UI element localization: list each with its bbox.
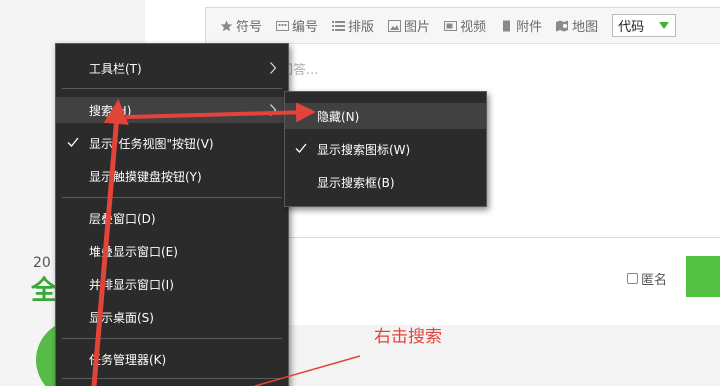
submenu-arrow-icon — [270, 104, 277, 116]
submenu-item-show-search-icon[interactable]: 显示搜索图标(W) — [285, 136, 486, 162]
search-submenu: 隐藏(N) 显示搜索图标(W) 显示搜索框(B) — [284, 91, 487, 207]
menu-item-label: 任务管理器(K) — [89, 352, 167, 367]
code-language-select[interactable]: 代码 — [612, 14, 677, 37]
menu-item-cascade-windows[interactable]: 层叠窗口(D) — [56, 205, 288, 231]
anonymous-checkbox[interactable] — [627, 273, 638, 284]
menu-item-side-by-side-windows[interactable]: 并排显示窗口(I) — [56, 271, 288, 297]
submenu-arrow-icon — [270, 62, 277, 74]
toolbar-map-label: 地图 — [572, 20, 599, 35]
menu-item-search[interactable]: 搜索(H) — [56, 97, 288, 123]
menu-item-label: 工具栏(T) — [89, 61, 142, 76]
checkmark-icon — [295, 143, 307, 153]
menu-item-task-manager[interactable]: 任务管理器(K) — [56, 346, 288, 372]
menu-item-label: 堆叠显示窗口(E) — [89, 244, 178, 259]
video-icon — [444, 20, 458, 32]
menu-item-show-desktop[interactable]: 显示桌面(S) — [56, 304, 288, 330]
menu-separator — [62, 338, 282, 339]
toolbar-attachment-label: 附件 — [516, 20, 543, 35]
toolbar-video-label: 视频 — [460, 20, 487, 35]
image-icon — [388, 19, 402, 32]
menu-item-label: 显示桌面(S) — [89, 310, 154, 325]
background-year-text: 20 — [33, 255, 51, 271]
submenu-item-hide[interactable]: 隐藏(N) — [285, 103, 486, 129]
annotation-right-click-search: 右击搜索 — [374, 327, 442, 347]
menu-item-label: 显示"任务视图"按钮(V) — [89, 136, 214, 151]
menu-item-label: 并排显示窗口(I) — [89, 277, 174, 292]
menu-item-stack-windows[interactable]: 堆叠显示窗口(E) — [56, 238, 288, 264]
star-icon — [220, 20, 233, 32]
toolbar-image-label: 图片 — [404, 20, 431, 35]
submit-answer-button[interactable] — [686, 256, 720, 297]
toolbar-symbol-label: 符号 — [236, 20, 263, 35]
toolbar-map-button[interactable]: 地图 — [556, 16, 598, 35]
checkmark-icon — [67, 137, 79, 147]
toolbar-image-button[interactable]: 图片 — [388, 16, 430, 35]
toolbar-layout-button[interactable]: 排版 — [332, 16, 374, 35]
submenu-item-label: 显示搜索框(B) — [317, 175, 395, 190]
menu-item-label: 显示触摸键盘按钮(Y) — [89, 169, 202, 184]
editor-toolbar: 符号 编号 排版 图片 视频 附件 地图 代码 — [206, 8, 720, 44]
submenu-item-label: 显示搜索图标(W) — [317, 142, 411, 157]
code-select-value: 代码 — [618, 20, 645, 35]
numbering-icon — [276, 20, 290, 32]
toolbar-numbering-button[interactable]: 编号 — [276, 16, 318, 35]
anonymous-option[interactable]: 匿名 — [627, 269, 667, 288]
toolbar-attachment-button[interactable]: 附件 — [500, 16, 542, 35]
menu-separator — [62, 378, 282, 379]
menu-separator — [62, 197, 282, 198]
menu-item-touch-keyboard-button[interactable]: 显示触摸键盘按钮(Y) — [56, 163, 288, 189]
submenu-item-label: 隐藏(N) — [317, 109, 360, 124]
menu-item-task-view-button[interactable]: 显示"任务视图"按钮(V) — [56, 130, 288, 156]
toolbar-video-button[interactable]: 视频 — [444, 16, 486, 35]
toolbar-symbol-button[interactable]: 符号 — [220, 16, 262, 35]
menu-item-label: 层叠窗口(D) — [89, 211, 156, 226]
toolbar-layout-label: 排版 — [348, 20, 375, 35]
toolbar-numbering-label: 编号 — [292, 20, 319, 35]
attachment-icon — [500, 20, 513, 32]
dropdown-triangle-icon — [659, 22, 670, 29]
anonymous-label: 匿名 — [641, 273, 668, 288]
menu-separator — [62, 88, 282, 89]
background-heading-text: 全 — [31, 276, 58, 306]
submenu-item-show-search-box[interactable]: 显示搜索框(B) — [285, 169, 486, 195]
taskbar-context-menu: 工具栏(T) 搜索(H) 显示"任务视图"按钮(V) 显示触摸键盘按钮(Y) 层… — [55, 43, 289, 386]
menu-item-label: 搜索(H) — [89, 103, 132, 118]
list-icon — [332, 20, 346, 32]
map-icon — [556, 20, 569, 32]
menu-item-toolbars[interactable]: 工具栏(T) — [56, 55, 288, 81]
